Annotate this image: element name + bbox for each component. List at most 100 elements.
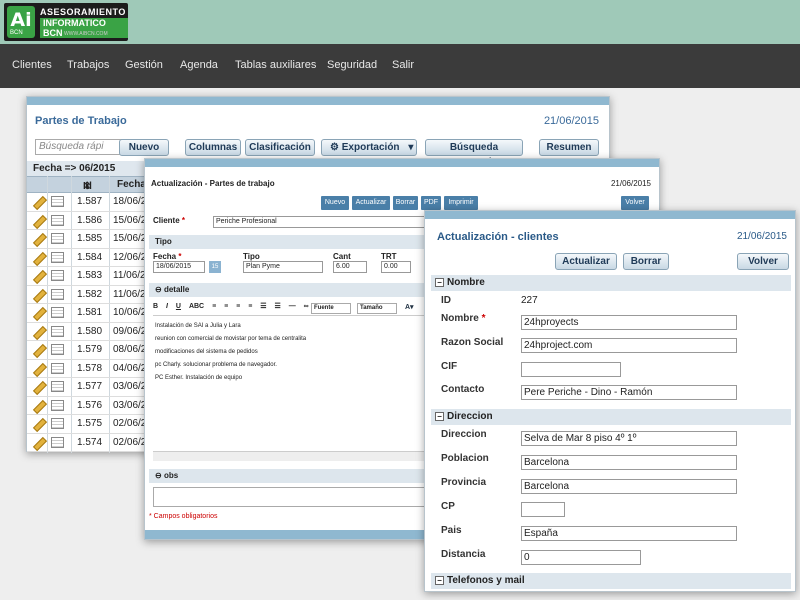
edit-icon[interactable]	[33, 326, 45, 338]
nav-agenda[interactable]: Agenda	[180, 59, 218, 71]
calendar-icon[interactable]: 15	[209, 261, 221, 273]
borrar-button[interactable]: Borrar	[393, 196, 418, 210]
document-icon[interactable]	[51, 362, 64, 374]
number-list-icon[interactable]: ☰	[274, 302, 280, 310]
edit-icon[interactable]	[33, 215, 45, 227]
columnas-button[interactable]: Columnas	[185, 139, 241, 156]
nav-trabajos[interactable]: Trabajos	[67, 59, 109, 71]
document-icon[interactable]	[51, 288, 64, 300]
nombre-section-label: Nombre	[447, 277, 485, 288]
edit-icon[interactable]	[33, 344, 45, 356]
edit-icon[interactable]	[33, 381, 45, 393]
edit-icon[interactable]	[33, 437, 45, 449]
direccion-field[interactable]: Selva de Mar 8 piso 4º 1º	[521, 431, 737, 446]
document-icon[interactable]	[51, 344, 64, 355]
pdf-button[interactable]: PDF	[421, 196, 441, 210]
strike-icon[interactable]: ABC	[189, 303, 204, 310]
nuevo-button[interactable]: Nuevo	[321, 196, 349, 210]
company-logo[interactable]: Ai BCN ASESORAMIENTO INFORMATICO BCN WWW…	[4, 3, 128, 41]
font-select[interactable]: Fuente	[311, 303, 351, 314]
fecha-field[interactable]: 18/06/2015	[153, 261, 205, 273]
provincia-field[interactable]: Barcelona	[521, 479, 737, 494]
busqueda-avanzada-button[interactable]: Búsqueda Avanzada	[425, 139, 523, 168]
link-icon[interactable]: ∞	[304, 303, 309, 310]
document-icon[interactable]	[51, 270, 64, 281]
cif-field[interactable]	[521, 362, 621, 377]
logo-line1: ASESORAMIENTO	[40, 7, 126, 17]
document-icon[interactable]	[51, 251, 64, 263]
collapse-icon[interactable]: −	[435, 575, 444, 585]
edit-icon[interactable]	[33, 363, 45, 375]
document-icon[interactable]	[51, 196, 64, 207]
cant-stepper[interactable]: 6.00	[333, 261, 367, 273]
edit-icon[interactable]	[33, 418, 45, 430]
pais-field[interactable]: España	[521, 526, 737, 541]
document-icon[interactable]	[51, 399, 64, 411]
nombre-field[interactable]: 24hproyects	[521, 315, 737, 330]
nombre-section[interactable]: − Nombre	[431, 275, 791, 291]
edit-icon[interactable]	[33, 233, 45, 245]
edit-icon[interactable]	[33, 196, 45, 208]
document-icon[interactable]	[51, 307, 64, 318]
trt-stepper[interactable]: 0.00	[381, 261, 411, 273]
nav-gestion[interactable]: Gestión	[125, 59, 163, 71]
required-note: * Campos obligatorios	[149, 513, 218, 520]
nav-clientes[interactable]: Clientes	[12, 59, 52, 71]
nuevo-button[interactable]: Nuevo	[119, 139, 169, 156]
nav-salir[interactable]: Salir	[392, 59, 414, 71]
actualizar-button[interactable]: Actualizar	[352, 196, 390, 210]
distancia-field[interactable]: 0	[521, 550, 641, 565]
align-left-icon[interactable]: ≡	[212, 303, 216, 310]
contacto-field[interactable]: Pere Periche - Dino - Ramón	[521, 385, 737, 400]
row-fecha: 12/06/2	[113, 251, 147, 263]
bullet-list-icon[interactable]: ☰	[260, 302, 266, 310]
distancia-label: Distancia	[441, 549, 486, 560]
document-icon[interactable]	[51, 214, 64, 226]
col-fecha[interactable]: Fecha	[117, 179, 146, 190]
document-icon[interactable]	[51, 325, 64, 337]
detalle-editor[interactable]: Instalación de SAI a Julia y Lara reunio…	[155, 320, 306, 385]
edit-icon[interactable]	[33, 252, 45, 264]
collapse-icon[interactable]: −	[435, 277, 444, 287]
row-fecha: 02/06/2	[113, 418, 147, 429]
telefonos-section-label: Telefonos y mail	[447, 575, 525, 586]
nav-seguridad[interactable]: Seguridad	[327, 59, 377, 71]
underline-icon[interactable]: U	[176, 303, 181, 310]
clasificacion-button[interactable]: Clasificación	[245, 139, 315, 156]
nav-tablas-auxiliares[interactable]: Tablas auxiliares	[235, 59, 316, 71]
size-select[interactable]: Tamaño	[357, 303, 397, 314]
gear-icon: ⚙	[330, 142, 339, 153]
poblacion-field[interactable]: Barcelona	[521, 455, 737, 470]
telefonos-section[interactable]: − Telefonos y mail	[431, 573, 791, 589]
document-icon[interactable]	[51, 418, 64, 429]
hr-icon[interactable]: —	[289, 303, 296, 310]
row-id: 1.582	[77, 288, 103, 300]
exportacion-dropdown[interactable]: ⚙ Exportación ▾	[321, 139, 417, 156]
edit-icon[interactable]	[33, 400, 45, 412]
edit-icon[interactable]	[33, 289, 45, 301]
trt-label: TRT	[381, 252, 397, 261]
borrar-button[interactable]: Borrar	[623, 253, 669, 270]
document-icon[interactable]	[51, 233, 64, 244]
imprimir-button[interactable]: Imprimir	[444, 196, 478, 210]
italic-icon[interactable]: I	[166, 303, 168, 310]
document-icon[interactable]	[51, 436, 64, 448]
resumen-button[interactable]: Resumen	[539, 139, 599, 156]
actualizar-button[interactable]: Actualizar	[555, 253, 617, 270]
edit-icon[interactable]	[33, 307, 45, 319]
volver-button[interactable]: Volver	[621, 196, 649, 210]
tipo-select[interactable]: Plan Pyme	[243, 261, 323, 273]
align-right-icon[interactable]: ≡	[236, 303, 240, 310]
direccion-section[interactable]: − Direccion	[431, 409, 791, 425]
font-color-icon[interactable]: A▾	[405, 303, 414, 311]
justify-icon[interactable]: ≡	[248, 303, 252, 310]
collapse-icon[interactable]: −	[435, 411, 444, 421]
poblacion-label: Poblacion	[441, 453, 489, 464]
cp-field[interactable]	[521, 502, 565, 517]
edit-icon[interactable]	[33, 270, 45, 282]
bold-icon[interactable]: B	[153, 303, 158, 310]
volver-button[interactable]: Volver	[737, 253, 789, 270]
razon-social-field[interactable]: 24hproject.com	[521, 338, 737, 353]
document-icon[interactable]	[51, 381, 64, 392]
align-center-icon[interactable]: ≡	[224, 303, 228, 310]
